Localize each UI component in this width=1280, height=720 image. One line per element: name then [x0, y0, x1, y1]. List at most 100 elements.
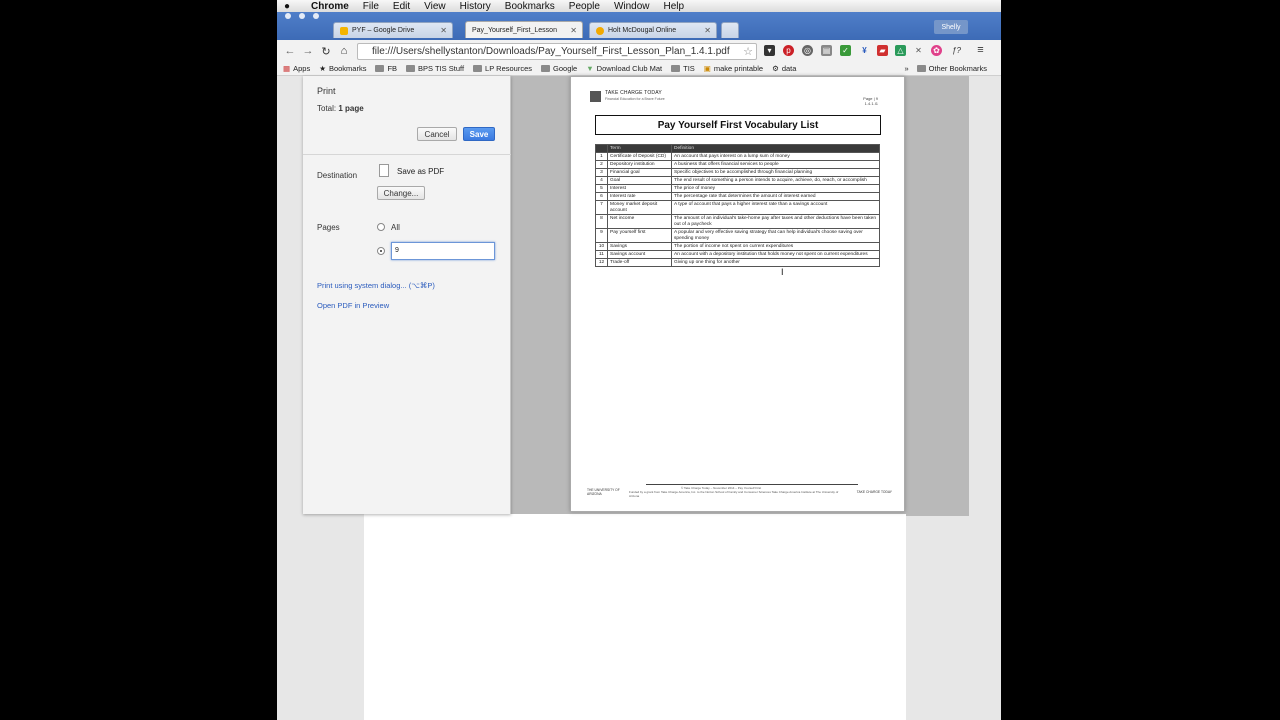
open-preview-link[interactable]: Open PDF in Preview	[317, 301, 389, 310]
bookmark-apps[interactable]: ▦ Apps	[283, 64, 310, 73]
reload-icon[interactable]: ↻	[317, 45, 335, 58]
logo-title: TAKE CHARGE TODAY	[605, 90, 662, 96]
pages-all-label: All	[391, 223, 400, 232]
new-tab-button[interactable]	[721, 22, 739, 38]
extension-icon[interactable]: ✓	[840, 45, 851, 56]
page-number: Page | 9 1.4.1.I1	[863, 96, 878, 106]
star-icon: ★	[319, 64, 326, 73]
table-row: 11 Savings account An account with a depos…	[595, 250, 880, 259]
bookmark-make-printable[interactable]: ▣ make printable	[704, 64, 763, 73]
destination-value: Save as PDF	[397, 167, 445, 176]
footer-university: THE UNIVERSITY OF ARIZONA	[587, 488, 620, 496]
change-destination-button[interactable]: Change...	[377, 186, 425, 200]
bookmark-fb[interactable]: FB	[375, 64, 397, 73]
folder-icon	[473, 65, 483, 72]
pages-custom-radio[interactable]	[377, 247, 385, 255]
underlying-page	[364, 514, 906, 720]
address-text: file:///Users/shellystanton/Downloads/Pa…	[372, 46, 730, 57]
bookmark-data[interactable]: ⚙ data	[772, 64, 796, 73]
screen: ● Chrome File Edit View History Bookmark…	[277, 0, 1001, 720]
pocket-icon[interactable]: ▾	[764, 45, 775, 56]
address-bar[interactable]: file:///Users/shellystanton/Downloads/Pa…	[357, 43, 757, 60]
holt-icon	[596, 26, 604, 35]
tab-pay-yourself-first[interactable]: Pay_Yourself_First_Lesson ✕	[465, 21, 583, 38]
table-header: Definition	[671, 144, 880, 153]
bookmark-other[interactable]: » Other Bookmarks	[904, 64, 987, 73]
apps-grid-icon: ▦	[283, 64, 291, 73]
page-content: Print Total: 1 page Cancel Save Destinat…	[277, 76, 1001, 720]
tab-google-drive[interactable]: PYF – Google Drive ✕	[333, 22, 453, 38]
extension-icon[interactable]: ▰	[877, 45, 888, 56]
menu-help[interactable]: Help	[664, 1, 685, 12]
minimize-window-button[interactable]	[299, 13, 305, 19]
folder-icon	[916, 65, 926, 72]
table-row: 4 Goal The end result of something a perso…	[595, 176, 880, 185]
close-tab-icon[interactable]: ✕	[570, 26, 577, 35]
document-title: Pay Yourself First Vocabulary List	[595, 115, 881, 135]
extension-icon[interactable]: ◎	[802, 45, 813, 56]
menu-file[interactable]: File	[363, 1, 379, 12]
destination-label: Destination	[317, 171, 358, 180]
apple-icon[interactable]: ●	[277, 1, 297, 12]
tab-label: Pay_Yourself_First_Lesson	[472, 26, 557, 34]
system-dialog-link[interactable]: Print using system dialog... (⌥⌘P)	[317, 281, 435, 290]
home-icon[interactable]: ⌂	[335, 45, 353, 57]
menu-people[interactable]: People	[569, 1, 600, 12]
folder-icon	[671, 65, 681, 72]
forward-icon[interactable]: →	[299, 45, 317, 57]
table-row: 8 Net income The amount of an individual's…	[595, 214, 880, 229]
table-header-row: Term Definition	[595, 144, 880, 153]
extension-icon[interactable]: ¥	[859, 45, 870, 56]
text-cursor-icon: I	[781, 267, 784, 277]
logo-subtitle: Financial Education for a Brave Future	[605, 97, 665, 101]
footer-logo: TAKE CHARGE TODAY	[856, 490, 892, 494]
menu-edit[interactable]: Edit	[393, 1, 410, 12]
print-dialog: Print Total: 1 page Cancel Save Destinat…	[303, 76, 511, 514]
bookmark-star-icon[interactable]: ☆	[743, 45, 753, 58]
table-row: 6 Interest rate The percentage rate that d…	[595, 192, 880, 201]
folder-icon	[406, 65, 416, 72]
folder-icon	[541, 65, 551, 72]
google-drive-icon	[340, 26, 348, 35]
pages-all-radio[interactable]	[377, 223, 385, 231]
table-row: 3 Financial goal Specific objectives to be…	[595, 168, 880, 177]
take-charge-logo-icon	[590, 91, 601, 102]
close-tab-icon[interactable]: ✕	[704, 26, 711, 35]
menu-view[interactable]: View	[424, 1, 446, 12]
table-row: 1 Certificate of Deposit (CD) An account t…	[595, 152, 880, 161]
menu-window[interactable]: Window	[614, 1, 650, 12]
vocabulary-table: Term Definition 1 Certificate of Deposit …	[595, 144, 880, 267]
bookmark-lp-resources[interactable]: LP Resources	[473, 64, 532, 73]
extension-icon[interactable]: ƒ?	[951, 45, 962, 56]
footer-funding: Funded by a grant from Take Charge Ameri…	[629, 490, 839, 498]
bookmark-bookmarks[interactable]: ★ Bookmarks	[319, 64, 366, 73]
table-row: 12 Trade-off Giving up one thing for anoth…	[595, 258, 880, 267]
bookmark-bps-tis[interactable]: BPS TIS Stuff	[406, 64, 464, 73]
tab-holt-mcdougal[interactable]: Holt McDougal Online ✕	[589, 22, 717, 38]
bookmark-download-club[interactable]: ▼ Download Club Mat	[586, 64, 662, 73]
close-window-button[interactable]	[285, 13, 291, 19]
menu-history[interactable]: History	[460, 1, 491, 12]
zoom-window-button[interactable]	[313, 13, 319, 19]
back-icon[interactable]: ←	[281, 45, 299, 57]
extension-icon[interactable]: ✕	[913, 45, 924, 56]
bookmark-tis[interactable]: TIS	[671, 64, 695, 73]
pinterest-icon[interactable]: p	[783, 45, 794, 56]
tab-label: Holt McDougal Online	[608, 27, 677, 34]
menu-bookmarks[interactable]: Bookmarks	[505, 1, 555, 12]
extension-icon[interactable]: ✿	[931, 45, 942, 56]
bookmark-google[interactable]: Google	[541, 64, 577, 73]
menu-icon[interactable]: ≡	[975, 45, 986, 56]
drive-icon[interactable]: △	[895, 45, 906, 56]
chevron-right-icon: »	[904, 64, 909, 73]
table-header	[595, 144, 608, 153]
print-preview-page: TAKE CHARGE TODAY Financial Education fo…	[570, 76, 905, 512]
close-tab-icon[interactable]: ✕	[440, 26, 447, 35]
table-row: 2 Depository institution A business that o…	[595, 160, 880, 169]
menu-app-name[interactable]: Chrome	[311, 1, 349, 12]
extension-icon[interactable]: ▤	[821, 45, 832, 56]
cancel-button[interactable]: Cancel	[417, 127, 457, 141]
profile-button[interactable]: Shelly	[934, 20, 968, 34]
pages-input[interactable]: 9	[391, 242, 495, 260]
save-button[interactable]: Save	[463, 127, 495, 141]
